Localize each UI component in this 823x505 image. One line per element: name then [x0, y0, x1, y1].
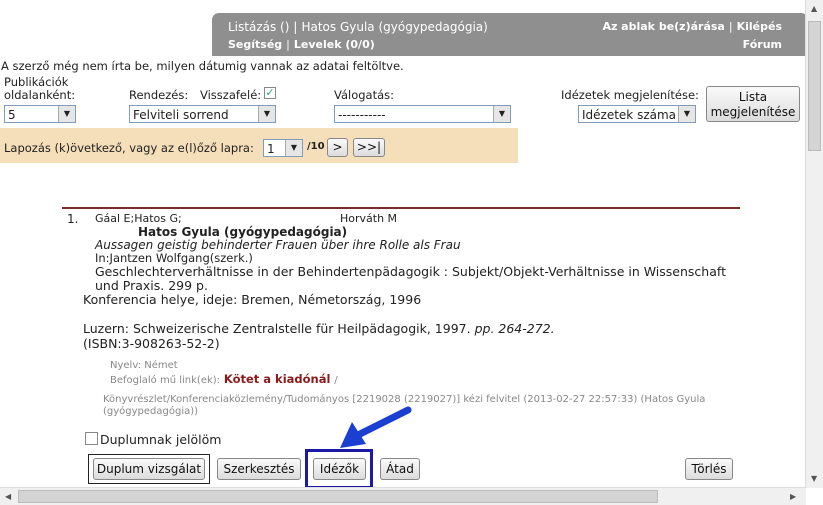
- vertical-scroll-thumb[interactable]: [808, 21, 821, 151]
- chevron-down-icon: ▼: [285, 140, 302, 156]
- record-title: Aussagen geistig behinderter Frauen über…: [95, 238, 461, 252]
- annotation-arrow-icon: [340, 406, 412, 448]
- record-editor: In:Jantzen Wolfgang(szerk.): [95, 251, 253, 265]
- record-conference: Konferencia helye, ideje: Bremen, Németo…: [83, 292, 422, 307]
- citations-label: Idézetek megjelenítése:: [561, 88, 699, 102]
- publisher-link[interactable]: Kötet a kiadónál: [224, 372, 331, 386]
- record-owner: Hatos Gyula (gyógypedagógia): [138, 225, 348, 239]
- record-publisher: Luzern: Schweizerische Zentralstelle für…: [83, 321, 555, 336]
- chevron-down-icon: ▼: [678, 106, 695, 122]
- per-page-label-1: Publikációk: [4, 75, 69, 89]
- per-page-select[interactable]: 5 ▼: [4, 105, 76, 123]
- close-window-link[interactable]: Az ablak be(z)árása: [602, 20, 724, 33]
- sort-label: Rendezés:: [129, 88, 189, 102]
- reverse-label: Visszafelé:: [200, 88, 262, 102]
- filter-select[interactable]: ----------- ▼: [334, 105, 511, 123]
- citations-select[interactable]: Idézetek száma ▼: [578, 105, 696, 123]
- horizontal-scrollbar[interactable]: ◀ ▶: [0, 487, 806, 505]
- chevron-down-icon: ▼: [58, 106, 75, 122]
- duplicate-check-button[interactable]: Duplum vizsgálat: [93, 458, 205, 480]
- top-header: Listázás () | Hatos Gyula (gyógypedagógia)…: [212, 13, 808, 56]
- duplicate-mark-checkbox[interactable]: [85, 432, 98, 445]
- record-links: Befoglaló mű link(ek): Kötet a kiadónál …: [110, 372, 338, 386]
- scroll-right-icon[interactable]: ▶: [790, 492, 796, 501]
- delete-button[interactable]: Törlés: [685, 458, 733, 480]
- scroll-up-icon[interactable]: ▲: [811, 4, 817, 13]
- citations-value: Idézetek száma: [582, 108, 677, 122]
- reverse-checkbox[interactable]: ✓: [264, 87, 276, 99]
- forum-link[interactable]: Fórum: [743, 38, 782, 51]
- user-name: Hatos Gyula (gyógypedagógia): [301, 20, 488, 34]
- logout-link[interactable]: Kilépés: [737, 20, 782, 33]
- list-button[interactable]: Lista megjelenítése: [706, 86, 800, 122]
- mail-link[interactable]: Levelek (0/0): [294, 38, 375, 51]
- header-right-top: Az ablak be(z)árása | Kilépés: [602, 20, 782, 33]
- link-separator: /: [334, 375, 338, 386]
- link-label: Befoglaló mű link(ek):: [110, 375, 221, 386]
- filter-value: -----------: [338, 108, 386, 122]
- record-authors: Gáal E;Hatos G;: [95, 212, 182, 225]
- paging-bar: Lapozás (k)övetkező, vagy az e(l)őző lap…: [0, 128, 518, 163]
- record-meta-2: (gyógypedagógia)): [103, 406, 199, 417]
- last-page-button[interactable]: >>|: [353, 138, 385, 157]
- chevron-down-icon: ▼: [493, 106, 510, 122]
- record-book-1: Geschlechterverhältnisse in der Behinder…: [95, 264, 726, 279]
- record-pages: pp. 264-272.: [474, 321, 555, 336]
- chevron-down-icon: ▼: [258, 106, 275, 122]
- header-left-top: Listázás () | Hatos Gyula (gyógypedagógia): [228, 20, 488, 34]
- scroll-left-icon[interactable]: ◀: [5, 492, 11, 501]
- page-value: 1: [267, 142, 275, 156]
- record-isbn: (ISBN:3-908263-52-2): [83, 336, 220, 351]
- next-page-button[interactable]: >: [327, 138, 348, 157]
- transfer-button[interactable]: Átad: [380, 458, 420, 480]
- per-page-label-2: oldalanként:: [4, 88, 76, 102]
- publisher-text: Luzern: Schweizerische Zentralstelle für…: [83, 321, 471, 336]
- filter-label: Válogatás:: [334, 88, 395, 102]
- sort-select[interactable]: Felviteli sorrend ▼: [129, 105, 276, 123]
- listing-link[interactable]: Listázás (): [228, 20, 289, 34]
- per-page-value: 5: [8, 108, 16, 122]
- notice-text: A szerző még nem írta be, milyen dátumig…: [1, 59, 404, 73]
- page-select[interactable]: 1 ▼: [263, 139, 303, 157]
- horizontal-scroll-thumb[interactable]: [18, 490, 658, 503]
- page-total: /10: [307, 141, 325, 152]
- paging-text: Lapozás (k)övetkező, vagy az e(l)őző lap…: [4, 141, 254, 155]
- sort-value: Felviteli sorrend: [133, 108, 229, 122]
- scroll-down-icon[interactable]: ▼: [811, 474, 817, 483]
- record-divider: [62, 207, 740, 209]
- record-language: Nyelv: Német: [110, 360, 178, 371]
- edit-button[interactable]: Szerkesztés: [217, 458, 301, 480]
- record-author-2: Horváth M: [340, 212, 398, 225]
- citations-button[interactable]: Idézők: [313, 458, 366, 480]
- duplicate-mark-label: Duplumnak jelölöm: [100, 432, 222, 447]
- header-left-bottom: Segítség | Levelek (0/0): [228, 38, 375, 51]
- record-number: 1.: [67, 212, 79, 226]
- help-link[interactable]: Segítség: [228, 38, 282, 51]
- vertical-scrollbar[interactable]: ▲ ▼: [805, 0, 823, 488]
- record-book-2: und Praxis. 299 p.: [95, 278, 208, 293]
